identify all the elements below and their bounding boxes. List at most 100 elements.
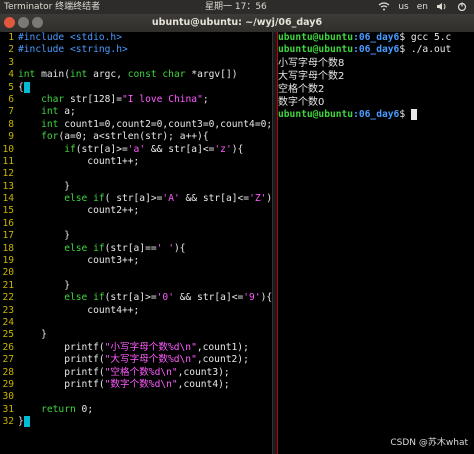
code-line[interactable]: 7 int a; <box>0 106 272 118</box>
code-token: #include <string.h> <box>18 44 128 56</box>
line-number: 2 <box>8 44 14 56</box>
line-number: 3 <box>8 56 14 68</box>
line-number: 25 <box>2 329 14 341</box>
language-indicator[interactable]: en <box>417 0 428 14</box>
code-line[interactable]: 20 <box>0 267 272 279</box>
code-line[interactable]: 13 } <box>0 181 272 193</box>
output-line: 小写字母个数8 <box>278 57 345 69</box>
code-token: "小写字母个数%d\n" <box>104 341 197 353</box>
line-number: 31 <box>2 403 14 415</box>
line-number: 26 <box>2 341 14 353</box>
code-token: (str[a]== <box>104 242 157 254</box>
line-number: 24 <box>2 316 14 328</box>
code-token: && str[a]<= <box>145 143 215 155</box>
code-line[interactable]: 16 <box>0 218 272 230</box>
code-line[interactable]: 8 int count1=0,count2=0,count3=0,count4=… <box>0 119 272 131</box>
line-number: 20 <box>2 267 14 279</box>
clock[interactable]: 星期一 17：56 <box>205 0 267 14</box>
code-line[interactable]: 9 for(a=0; a<strlen(str); a++){ <box>0 131 272 143</box>
line-number: 9 <box>8 131 14 143</box>
line-number: 30 <box>2 391 14 403</box>
code-token: ){ <box>173 242 186 254</box>
code-token: ( str[a]>= <box>104 193 163 205</box>
code-token: else if <box>64 193 105 205</box>
code-line[interactable]: 14 else if( str[a]>='A' && str[a]<='Z'){ <box>0 193 272 205</box>
network-icon[interactable] <box>378 0 390 14</box>
code-token: return <box>41 403 76 415</box>
code-token: '0' <box>156 292 174 304</box>
code-token: && str[a]<= <box>179 193 250 205</box>
code-line[interactable]: 17 } <box>0 230 272 242</box>
app-menu-title[interactable]: Terminator 终端终结者 <box>4 0 100 14</box>
code-token: main( <box>35 69 70 81</box>
code-token: *argv[]) <box>185 69 238 81</box>
code-token: 'z' <box>214 143 232 155</box>
code-line[interactable]: 21 } <box>0 280 272 292</box>
code-line[interactable]: 22 else if(str[a]>='0' && str[a]<='9'){ <box>0 292 272 304</box>
code-line[interactable]: 10 if(str[a]>='a' && str[a]<='z'){ <box>0 144 272 156</box>
volume-icon[interactable] <box>436 0 448 14</box>
code-line[interactable]: 25 } <box>0 329 272 341</box>
power-icon[interactable] <box>456 0 468 14</box>
code-token: printf( <box>18 366 105 378</box>
top-panel: Terminator 终端终结者 星期一 17：56 us en <box>0 0 474 14</box>
code-token: (str[a]>= <box>75 143 128 155</box>
editor-cursor <box>23 416 30 428</box>
code-token: #include <stdio.h> <box>18 32 122 43</box>
code-line[interactable]: 11 count1++; <box>0 156 272 168</box>
line-number: 12 <box>2 168 14 180</box>
code-line[interactable]: 30 <box>0 391 272 403</box>
code-token: ,count3); <box>177 366 230 378</box>
shell-pane[interactable]: ubuntu@ubuntu:06_day6$ gcc 5.c ubuntu@ub… <box>278 32 474 454</box>
code-line[interactable]: 2 #include <string.h> <box>0 44 272 56</box>
code-token: else if <box>64 242 105 254</box>
active-prompt[interactable]: ubuntu@ubuntu:06_day6$ <box>278 108 474 121</box>
code-token: if <box>64 143 76 155</box>
keyboard-indicator[interactable]: us <box>398 0 408 14</box>
code-token: ,count4); <box>177 378 230 390</box>
line-number: 7 <box>8 106 14 118</box>
line-number: 6 <box>8 93 14 105</box>
line-number: 15 <box>2 205 14 217</box>
prompt-path: :06_day6 <box>353 108 400 120</box>
code-line[interactable]: 32} <box>0 416 272 428</box>
code-token: ){ <box>231 143 244 155</box>
line-number: 4 <box>8 69 14 81</box>
code-token: a; <box>58 106 76 118</box>
line-number: 19 <box>2 255 14 267</box>
code-token: char <box>41 93 65 105</box>
code-line[interactable]: 19 count3++; <box>0 255 272 267</box>
code-token: 'A' <box>162 193 180 205</box>
window-title-bar[interactable]: ubuntu@ubuntu: ~/wyj/06_day6 <box>0 14 474 32</box>
code-line[interactable]: 28 printf("空格个数%d\n",count3); <box>0 367 272 379</box>
editor-pane[interactable]: 1 #include <stdio.h> 2 #include <string.h> 3… <box>0 32 272 454</box>
code-line[interactable]: 4 int main(int argc, const char *argv[]) <box>0 69 272 81</box>
code-line[interactable]: 18 else if(str[a]==' '){ <box>0 243 272 255</box>
code-line[interactable]: 12 <box>0 168 272 180</box>
code-line[interactable]: 26 printf("小写字母个数%d\n",count1); <box>0 342 272 354</box>
command-line: ubuntu@ubuntu:06_day6$ ./a.out <box>278 44 474 56</box>
code-token: ' ' <box>156 242 174 254</box>
code-line[interactable]: 27 printf("大写字母个数%d\n",count2); <box>0 354 272 366</box>
code-line[interactable]: 24 <box>0 317 272 329</box>
code-line[interactable]: 5{ <box>0 81 272 94</box>
code-token: printf( <box>18 341 105 353</box>
code-line[interactable]: 29 printf("数字个数%d\n",count4); <box>0 379 272 391</box>
code-token: ){ <box>260 292 272 304</box>
code-token: for <box>41 131 59 143</box>
code-line[interactable]: 6 char str[128]="I love China"; <box>0 94 272 106</box>
command-line: ubuntu@ubuntu:06_day6$ gcc 5.c <box>278 32 474 44</box>
code-token: argc, <box>87 69 128 81</box>
code-line[interactable]: 3 <box>0 57 272 69</box>
code-token: (str[a]>= <box>104 292 157 304</box>
code-token: && str[a]<= <box>173 292 244 304</box>
line-number: 22 <box>2 292 14 304</box>
code-line[interactable]: 31 return 0; <box>0 404 272 416</box>
command-text: ./a.out <box>405 44 452 56</box>
code-line[interactable]: 1 #include <stdio.h> <box>0 32 272 44</box>
code-line[interactable]: 15 count2++; <box>0 205 272 217</box>
code-line[interactable]: 23 count4++; <box>0 305 272 317</box>
line-number: 16 <box>2 217 14 229</box>
line-number: 18 <box>2 242 14 254</box>
